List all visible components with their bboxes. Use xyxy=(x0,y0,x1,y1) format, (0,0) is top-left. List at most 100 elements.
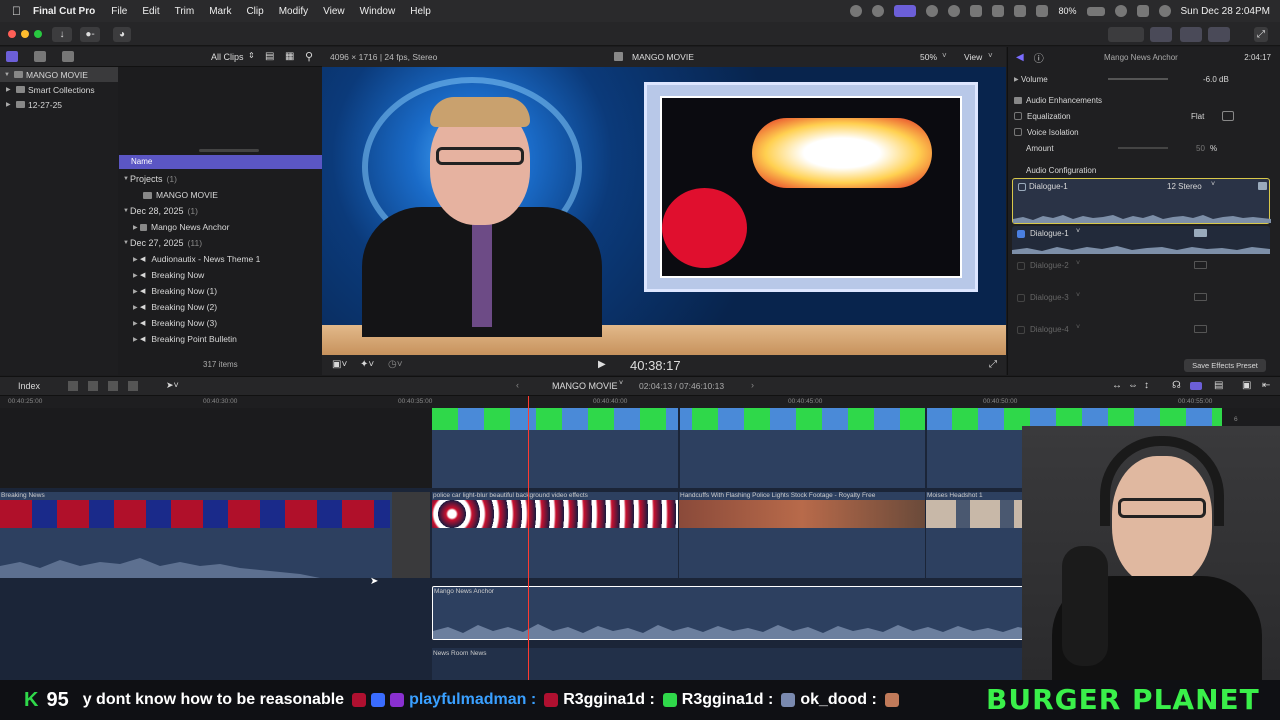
audio-tab-icon[interactable]: ◀ xyxy=(1016,52,1024,63)
apple-icon[interactable]:  xyxy=(12,4,21,18)
transform-icon[interactable]: ▣˅ xyxy=(332,359,347,370)
select-tool-icon[interactable]: ➤˅ xyxy=(166,380,179,391)
search-icon[interactable] xyxy=(1114,5,1127,17)
name-column-header[interactable]: Name xyxy=(119,155,322,169)
list-item[interactable]: ▶ ◀ Breaking Now (2) xyxy=(119,299,322,315)
channel-chevron-icon[interactable]: ˅ xyxy=(1076,292,1080,299)
libraries-icon[interactable] xyxy=(6,51,18,62)
library-item[interactable]: ▼ MANGO MOVIE xyxy=(0,67,118,82)
channel-checkbox[interactable] xyxy=(1017,230,1025,238)
view-chevron-icon[interactable]: ˅ xyxy=(988,51,993,60)
siri-icon[interactable] xyxy=(1158,5,1171,17)
list-item[interactable]: ▶ ◀ Breaking Now xyxy=(119,267,322,283)
bluetooth-icon[interactable] xyxy=(1014,5,1027,17)
voice-isolation-checkbox[interactable] xyxy=(1014,128,1022,136)
github-icon[interactable] xyxy=(872,5,885,17)
playhead[interactable] xyxy=(528,396,529,680)
menu-modify[interactable]: Modify xyxy=(279,6,308,17)
share-button[interactable] xyxy=(1108,27,1144,42)
clip-view-icon[interactable]: ▣ xyxy=(1242,380,1251,391)
close-icon[interactable] xyxy=(8,30,16,38)
eq-checkbox[interactable] xyxy=(1014,112,1022,120)
project-chevron-icon[interactable]: ˅ xyxy=(619,380,623,387)
channel-group[interactable]: Dialogue-1 12 Stereo ˅ xyxy=(1012,178,1271,224)
news-room-audio-clip[interactable]: News Room News xyxy=(432,648,1052,680)
zoom-chevron-icon[interactable]: ˅ xyxy=(942,51,947,60)
menu-clip[interactable]: Clip xyxy=(246,6,263,17)
screen-record-icon[interactable] xyxy=(894,5,917,17)
titles-icon[interactable] xyxy=(62,51,74,62)
menu-edit[interactable]: Edit xyxy=(142,6,159,17)
channel-chevron-icon[interactable]: ˅ xyxy=(1076,324,1080,331)
display-icon[interactable] xyxy=(992,5,1005,17)
background-tasks-button[interactable]: ◕ xyxy=(113,27,131,42)
channel-row[interactable]: Dialogue-2 ˅ xyxy=(1012,258,1270,286)
menu-trim[interactable]: Trim xyxy=(175,6,195,17)
list-item[interactable]: ▼ Dec 27, 2025 (11) xyxy=(119,235,322,251)
back-arrow-icon[interactable]: ‹ xyxy=(516,380,519,390)
channel-checkbox[interactable] xyxy=(1017,262,1025,270)
list-item[interactable]: ▼ Dec 28, 2025 (1) xyxy=(119,203,322,219)
channel-checkbox-icon[interactable] xyxy=(1018,183,1026,191)
list-item[interactable]: ▶ ◀ Breaking Point Bulletin xyxy=(119,331,322,347)
menu-file[interactable]: File xyxy=(111,6,127,17)
channel-mode-chevron-icon[interactable]: ˅ xyxy=(1211,181,1215,188)
channel-checkbox[interactable] xyxy=(1017,294,1025,302)
fullscreen-viewer-icon[interactable]: ⤢ xyxy=(989,359,997,370)
speed-icon[interactable]: ◷˅ xyxy=(388,359,403,370)
status-icon[interactable] xyxy=(850,5,863,17)
volume-slider[interactable] xyxy=(1108,78,1168,80)
play-button[interactable]: ▶ xyxy=(598,359,606,370)
import-button[interactable]: ↓ xyxy=(52,27,72,42)
list-item[interactable]: ▼ Projects (1) xyxy=(119,171,322,187)
eq-menu[interactable]: Flat xyxy=(1191,112,1204,121)
forward-arrow-icon[interactable]: › xyxy=(751,380,754,390)
photos-icon[interactable] xyxy=(34,51,46,62)
menu-help[interactable]: Help xyxy=(410,6,431,17)
timecode-display[interactable]: 40:38:17 xyxy=(630,358,681,373)
menu-view[interactable]: View xyxy=(323,6,345,17)
app-menu[interactable]: Final Cut Pro xyxy=(33,6,95,17)
list-item[interactable]: ▶ ◀ Breaking Now (1) xyxy=(119,283,322,299)
filmstrip-icon[interactable]: ▤ xyxy=(265,51,274,62)
zoom-menu[interactable]: 50% xyxy=(920,52,937,62)
smart-collections-item[interactable]: ▶ Smart Collections xyxy=(0,82,118,97)
eq-graph-icon[interactable] xyxy=(1222,111,1234,121)
layout-timeline-button[interactable] xyxy=(1180,27,1202,42)
search-icon[interactable]: ⚲ xyxy=(305,50,313,63)
minimize-icon[interactable] xyxy=(21,30,29,38)
layout-inspector-button[interactable] xyxy=(1208,27,1230,42)
channel-row[interactable]: Dialogue-3 ˅ xyxy=(1012,290,1270,318)
layout-browser-button[interactable] xyxy=(1150,27,1172,42)
gap-clip[interactable] xyxy=(392,492,430,578)
event-item[interactable]: ▶ 12-27-25 xyxy=(0,97,118,112)
save-effects-preset-button[interactable]: Save Effects Preset xyxy=(1184,359,1266,372)
filmstrip-scrubber[interactable] xyxy=(199,149,259,152)
volume-value[interactable]: -6.0 dB xyxy=(1203,75,1229,84)
fullscreen-button[interactable]: ⤢ xyxy=(1254,27,1268,42)
breaking-news-clip[interactable]: Breaking News xyxy=(0,492,392,578)
list-item[interactable]: MANGO MOVIE xyxy=(119,187,322,203)
timeline-ruler[interactable]: 00:40:25:00 00:40:30:00 00:40:35:00 00:4… xyxy=(0,396,1280,408)
channel-mode-menu[interactable]: 12 Stereo xyxy=(1167,182,1202,191)
enhance-icon[interactable]: ✦˅ xyxy=(360,359,374,370)
list-item[interactable]: ▶ ◀ Audionautix - News Theme 1 xyxy=(119,251,322,267)
timeline[interactable]: 00:40:25:00 00:40:30:00 00:40:35:00 00:4… xyxy=(0,396,1280,680)
clock[interactable]: Sun Dec 28 2:04PM xyxy=(1181,6,1271,17)
zoom-timeline-icon[interactable]: ⇤ xyxy=(1262,380,1270,391)
menu-mark[interactable]: Mark xyxy=(209,6,231,17)
timeline-project-menu[interactable]: MANGO MOVIE xyxy=(552,381,618,391)
enhancements-row[interactable]: Audio Enhancements xyxy=(1008,92,1280,108)
view-menu[interactable]: View xyxy=(964,52,982,62)
channel-row[interactable]: Dialogue-1 ˅ xyxy=(1012,226,1270,254)
volume-icon[interactable] xyxy=(970,5,983,17)
play-icon[interactable] xyxy=(948,5,961,17)
menu-window[interactable]: Window xyxy=(360,6,396,17)
video-frame[interactable] xyxy=(322,67,1006,355)
channel-checkbox[interactable] xyxy=(1017,326,1025,334)
list-item[interactable]: ▶ ◀ Breaking Now (3) xyxy=(119,315,322,331)
police-lights-clip[interactable]: police car light-blur beautiful backgrou… xyxy=(432,492,678,578)
clip-filter-menu[interactable]: All Clips xyxy=(211,52,244,62)
globe-icon[interactable] xyxy=(926,5,939,17)
battery-icon[interactable] xyxy=(1086,6,1105,16)
